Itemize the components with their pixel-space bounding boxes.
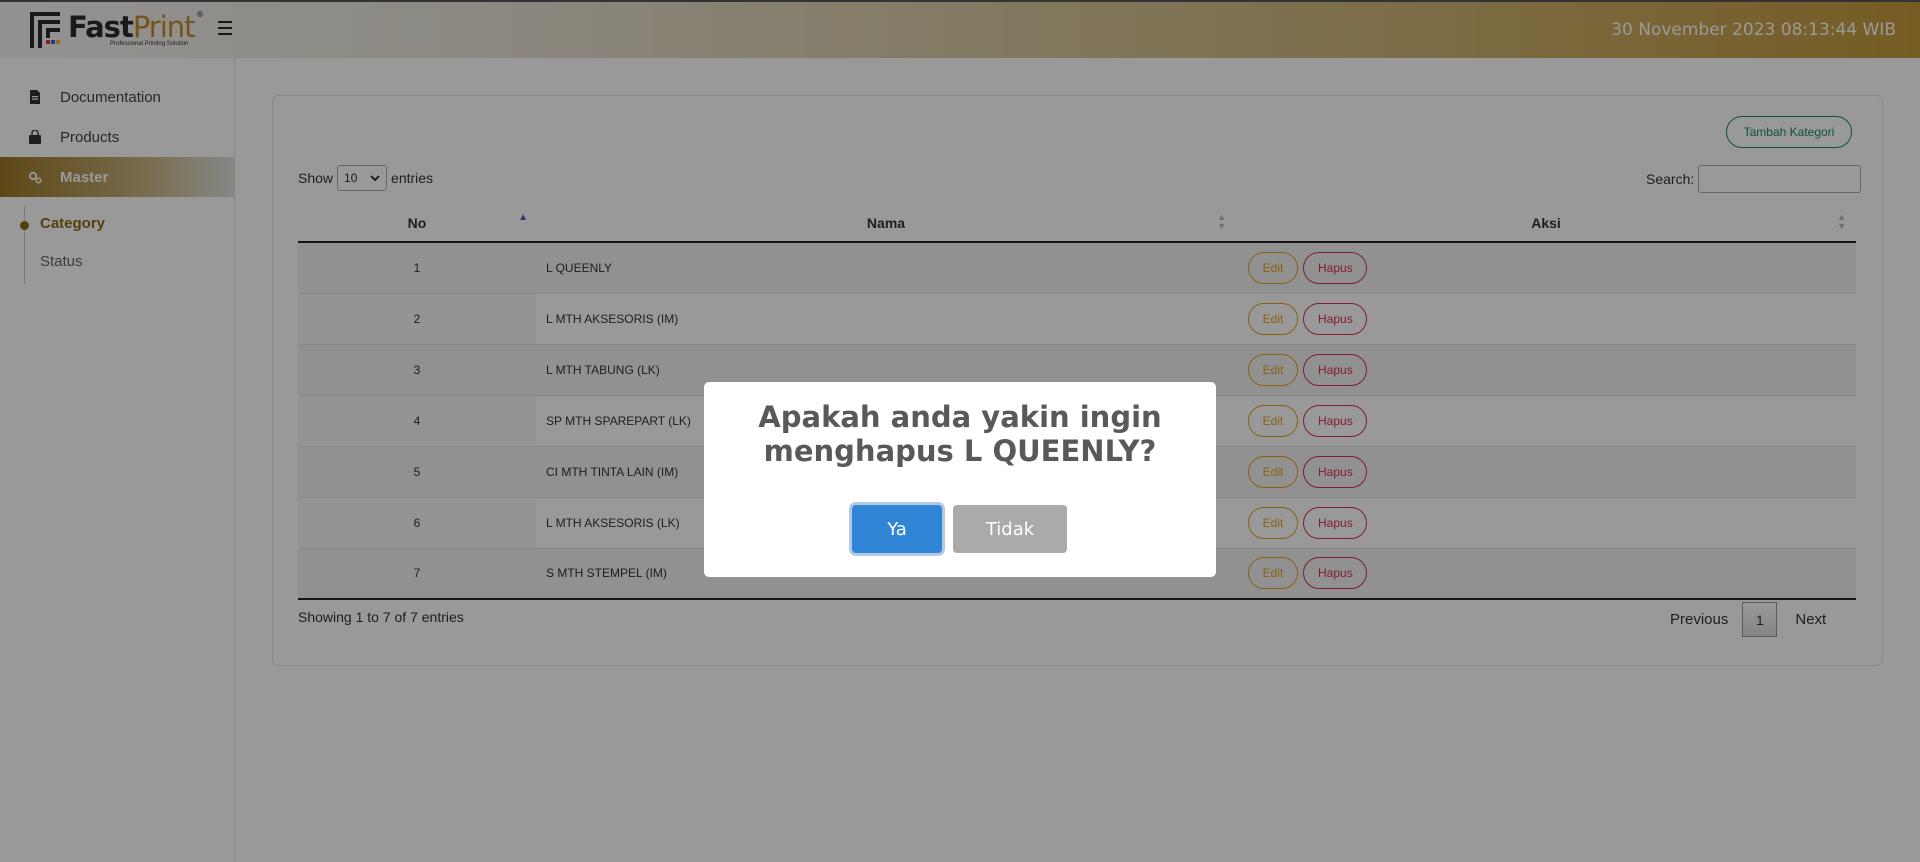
- confirm-delete-dialog: Apakah anda yakin ingin menghapus L QUEE…: [704, 382, 1216, 577]
- confirm-button[interactable]: Ya: [852, 505, 942, 553]
- dialog-title: Apakah anda yakin ingin menghapus L QUEE…: [758, 400, 1162, 468]
- cancel-button[interactable]: Tidak: [953, 505, 1067, 553]
